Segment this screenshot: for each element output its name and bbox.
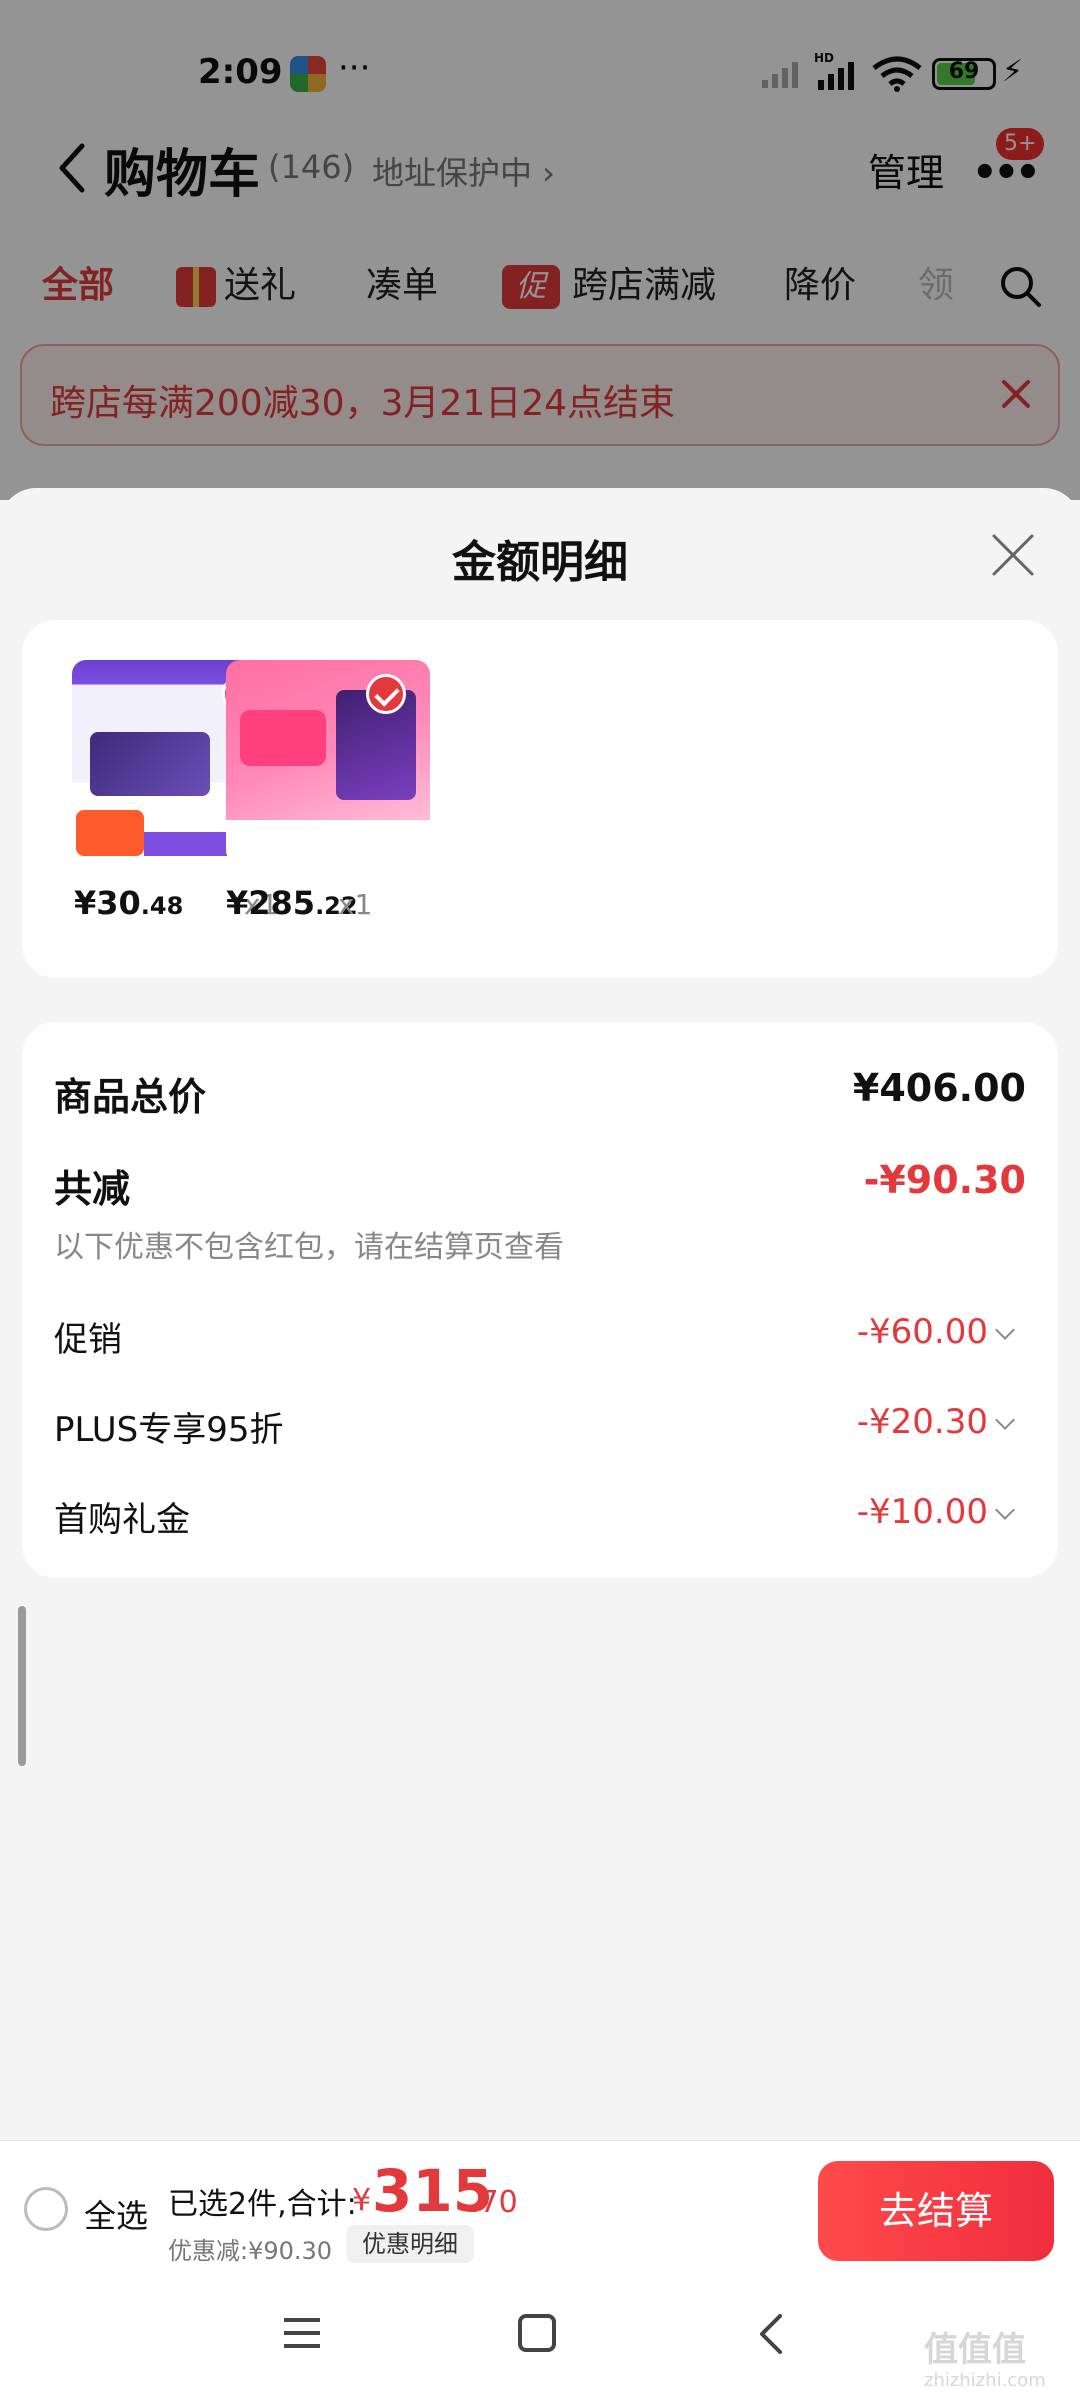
dim-overlay[interactable] [0, 0, 1080, 500]
plus-discount-value[interactable]: -¥20.30 [857, 1402, 1015, 1442]
watermark-url: zhizhizhi.com [924, 2370, 1046, 2391]
price-summary-card: 商品总价 ¥406.00 共减 -¥90.30 以下优惠不包含红包，请在结算页查… [22, 1022, 1058, 1578]
chevron-down-icon [995, 1410, 1015, 1430]
chevron-down-icon [995, 1500, 1015, 1520]
selected-info: 已选2件,合计: [168, 2187, 357, 2222]
select-all-checkbox[interactable] [24, 2187, 68, 2231]
select-all-label[interactable]: 全选 [84, 2191, 148, 2237]
first-purchase-gift-value[interactable]: -¥10.00 [857, 1492, 1015, 1532]
selected-check-icon [366, 674, 406, 714]
amount-detail-sheet: 金额明细 ¥30.48 x1 ¥285.22 x1 商品总价 ¥406.00 共… [0, 488, 1080, 2140]
total-price-label: 商品总价 [54, 1075, 207, 1119]
promotion-label: 促销 [54, 1320, 122, 1360]
checkout-bar: 全选 已选2件,合计: ¥ 315 .70 优惠减:¥90.30 优惠明细 去结… [0, 2140, 1080, 2272]
plus-discount-label: PLUS专享95折 [54, 1410, 284, 1450]
price-tag-image [76, 810, 144, 856]
benefits-strip-image [226, 820, 430, 864]
total-price-value: ¥406.00 [852, 1066, 1026, 1110]
total-currency: ¥ [352, 2183, 372, 2218]
watermark-logo: 值值值 [924, 2330, 1026, 2370]
promotion-value[interactable]: -¥60.00 [857, 1312, 1015, 1352]
chevron-down-icon [995, 1320, 1015, 1340]
system-navigation-bar: 值值值 zhizhizhi.com [0, 2272, 1080, 2400]
product-price: ¥30.48 [74, 884, 184, 922]
saved-amount: 优惠减:¥90.30 [168, 2237, 333, 2265]
selected-products-card: ¥30.48 x1 ¥285.22 x1 [22, 620, 1058, 978]
scrollbar[interactable] [18, 1606, 26, 1766]
home-icon[interactable] [518, 2314, 556, 2352]
product-quantity: x1 [338, 888, 373, 921]
discount-note: 以下优惠不包含红包，请在结算页查看 [54, 1230, 564, 1265]
total-discount-label: 共减 [54, 1167, 131, 1211]
recent-apps-icon[interactable] [282, 2316, 322, 2350]
total-discount-value: -¥90.30 [863, 1158, 1026, 1202]
checkout-button[interactable]: 去结算 [818, 2161, 1054, 2261]
price-badge-image [240, 710, 326, 766]
sheet-title: 金额明细 [452, 537, 628, 588]
total-amount-decimal: .70 [470, 2185, 518, 2220]
close-icon[interactable] [990, 532, 1036, 578]
product-thumbnail [226, 660, 430, 864]
product-item[interactable]: ¥285.22 x1 [178, 660, 430, 922]
discount-detail-button[interactable]: 优惠明细 [346, 2225, 474, 2263]
first-purchase-gift-label: 首购礼金 [54, 1500, 190, 1540]
system-back-icon[interactable] [756, 2312, 786, 2356]
